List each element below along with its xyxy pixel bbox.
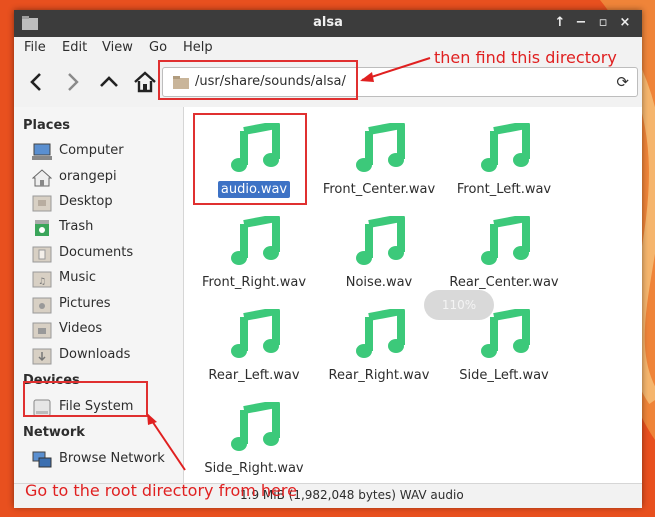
sidebar-item-label: Browse Network xyxy=(59,451,165,466)
documents-folder-icon xyxy=(32,246,52,263)
sidebar-item-pictures[interactable]: Pictures xyxy=(32,294,182,316)
file-system-highlight-box xyxy=(23,381,148,417)
music-folder-icon: ♫ xyxy=(32,271,52,288)
file-item[interactable]: Front_Left.wav xyxy=(440,115,568,207)
audio-file-icon xyxy=(481,216,530,265)
window-title: alsa xyxy=(313,15,343,30)
close-button[interactable]: × xyxy=(616,14,634,32)
sidebar-item-label: Computer xyxy=(59,143,124,158)
audio-file-icon xyxy=(356,309,405,358)
sidebar-item-home[interactable]: orangepi xyxy=(32,167,182,189)
audio-file-icon xyxy=(231,216,280,265)
title-bar[interactable]: alsa ↑ − ▫ × xyxy=(14,10,642,37)
videos-folder-icon xyxy=(32,322,52,339)
file-item[interactable]: Front_Center.wav xyxy=(315,115,443,207)
network-heading: Network xyxy=(23,425,85,440)
sidebar-item-label: Music xyxy=(59,270,96,285)
file-item[interactable]: Rear_Right.wav xyxy=(315,301,443,393)
annotation-top-note: then find this directory xyxy=(434,48,617,67)
reload-icon[interactable]: ⟳ xyxy=(616,73,629,91)
up-icon[interactable] xyxy=(96,69,122,95)
menu-go[interactable]: Go xyxy=(149,40,167,55)
home-icon[interactable] xyxy=(132,69,158,95)
sidebar: Places Computer orangepi Desktop Trash D… xyxy=(14,107,184,483)
sidebar-item-trash[interactable]: Trash xyxy=(32,217,182,239)
sidebar-item-label: Documents xyxy=(59,245,134,260)
audio-file-icon xyxy=(231,402,280,451)
minimize-button[interactable]: − xyxy=(572,14,590,32)
trash-icon xyxy=(35,220,49,236)
menu-file[interactable]: File xyxy=(24,40,46,55)
network-icon xyxy=(32,451,52,468)
file-name: Front_Right.wav xyxy=(201,275,307,290)
sidebar-item-label: Trash xyxy=(59,219,94,234)
downloads-folder-icon xyxy=(32,348,52,365)
sidebar-item-label: Desktop xyxy=(59,194,113,209)
file-item[interactable]: Noise.wav xyxy=(315,208,443,300)
file-name: Rear_Right.wav xyxy=(328,368,430,383)
file-name: Front_Center.wav xyxy=(322,182,436,197)
keep-above-button[interactable]: ↑ xyxy=(551,14,569,32)
sidebar-item-label: Pictures xyxy=(59,296,111,311)
sidebar-item-downloads[interactable]: Downloads xyxy=(32,345,182,367)
forward-icon[interactable] xyxy=(59,69,85,95)
audio-file-icon xyxy=(356,123,405,172)
file-name: Front_Left.wav xyxy=(456,182,552,197)
file-name: Rear_Center.wav xyxy=(449,275,559,290)
pictures-folder-icon xyxy=(32,297,52,314)
audio-file-highlight-box xyxy=(193,113,307,205)
home-icon xyxy=(32,169,52,187)
file-name: Side_Right.wav xyxy=(204,461,304,476)
file-name: Noise.wav xyxy=(345,275,413,290)
audio-file-icon xyxy=(231,309,280,358)
maximize-button[interactable]: ▫ xyxy=(594,14,612,32)
menu-edit[interactable]: Edit xyxy=(62,40,87,55)
audio-file-icon xyxy=(356,216,405,265)
file-item[interactable]: Rear_Center.wav xyxy=(440,208,568,300)
sidebar-item-label: Videos xyxy=(59,321,103,336)
sidebar-item-desktop[interactable]: Desktop xyxy=(32,192,182,214)
annotation-bottom-note: Go to the root directory from here xyxy=(25,481,297,500)
zoom-indicator: 110% xyxy=(424,290,494,320)
file-item[interactable]: Side_Right.wav xyxy=(190,394,318,486)
menu-view[interactable]: View xyxy=(102,40,133,55)
sidebar-item-music[interactable]: ♫ Music xyxy=(32,268,182,290)
computer-icon xyxy=(32,143,52,160)
file-name: Rear_Left.wav xyxy=(208,368,300,383)
sidebar-item-videos[interactable]: Videos xyxy=(32,319,182,341)
file-item[interactable]: Front_Right.wav xyxy=(190,208,318,300)
sidebar-item-documents[interactable]: Documents xyxy=(32,243,182,265)
places-heading: Places xyxy=(23,118,71,133)
location-highlight-box xyxy=(158,60,358,100)
sidebar-item-label: Downloads xyxy=(59,347,131,362)
sidebar-item-computer[interactable]: Computer xyxy=(32,141,182,163)
file-item[interactable]: Rear_Left.wav xyxy=(190,301,318,393)
svg-text:♫: ♫ xyxy=(38,277,46,287)
sidebar-item-browse-network[interactable]: Browse Network xyxy=(32,449,182,471)
sidebar-item-label: orangepi xyxy=(59,169,117,184)
menu-help[interactable]: Help xyxy=(183,40,213,55)
back-icon[interactable] xyxy=(24,69,50,95)
audio-file-icon xyxy=(481,123,530,172)
desktop-folder-icon xyxy=(32,195,52,212)
file-name: Side_Left.wav xyxy=(459,368,549,383)
